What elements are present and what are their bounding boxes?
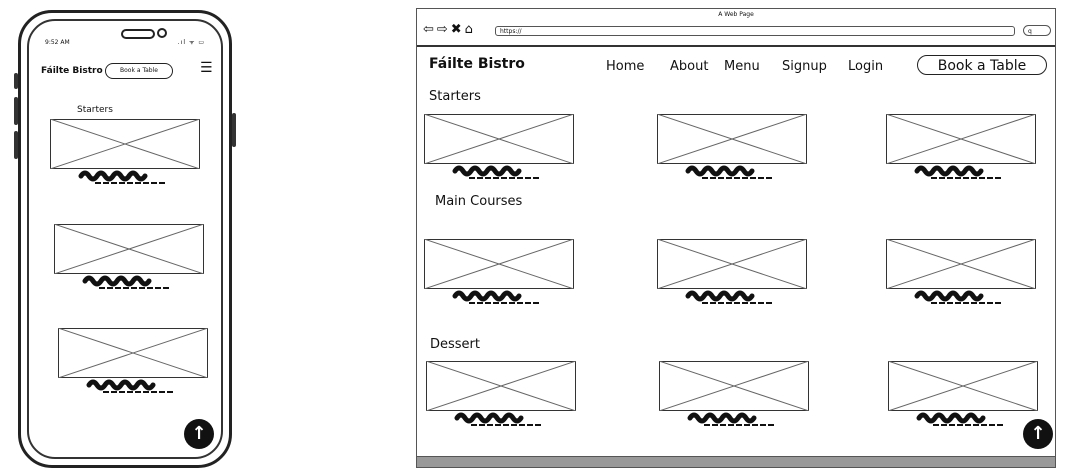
scribble-text bbox=[454, 412, 542, 426]
brand-logo[interactable]: Fáilte Bistro bbox=[429, 56, 525, 72]
nav-link-login[interactable]: Login bbox=[848, 59, 883, 74]
search-icon[interactable]: q bbox=[1023, 25, 1051, 36]
scribble-text bbox=[916, 412, 1004, 426]
menu-card[interactable] bbox=[659, 361, 809, 429]
scribble-text bbox=[78, 170, 166, 184]
phone-power-button bbox=[232, 113, 236, 147]
image-placeholder bbox=[886, 239, 1036, 289]
nav-link-signup[interactable]: Signup bbox=[782, 59, 827, 74]
toolbar-divider bbox=[417, 45, 1055, 47]
image-placeholder bbox=[888, 361, 1038, 411]
section-heading-starters: Starters bbox=[77, 105, 113, 115]
phone-mute bbox=[14, 131, 18, 159]
menu-card[interactable] bbox=[886, 114, 1036, 182]
menu-card[interactable] bbox=[54, 224, 204, 292]
nav-link-home[interactable]: Home bbox=[606, 59, 644, 74]
image-placeholder bbox=[659, 361, 809, 411]
brand-logo[interactable]: Fáilte Bistro bbox=[41, 66, 103, 76]
image-placeholder bbox=[424, 239, 574, 289]
scribble-text bbox=[86, 379, 174, 393]
hamburger-icon[interactable]: ☰ bbox=[200, 60, 213, 76]
image-placeholder bbox=[50, 119, 200, 169]
phone-screen: 9:52 AM .ıl ᯤ ▭ Fáilte Bistro Book a Tab… bbox=[27, 19, 223, 459]
scribble-text bbox=[685, 165, 773, 179]
menu-card[interactable] bbox=[426, 361, 576, 429]
section-heading-dessert: Dessert bbox=[430, 337, 480, 352]
image-placeholder bbox=[657, 114, 807, 164]
book-table-button[interactable]: Book a Table bbox=[105, 63, 173, 79]
scribble-text bbox=[914, 290, 1002, 304]
phone-volume-down bbox=[14, 97, 18, 125]
url-bar[interactable]: https:// bbox=[495, 26, 1015, 36]
status-icons: .ıl ᯤ ▭ bbox=[177, 39, 205, 46]
image-placeholder bbox=[54, 224, 204, 274]
menu-card[interactable] bbox=[50, 119, 200, 187]
image-placeholder bbox=[886, 114, 1036, 164]
image-placeholder bbox=[424, 114, 574, 164]
image-placeholder bbox=[657, 239, 807, 289]
menu-card[interactable] bbox=[424, 114, 574, 182]
phone-mockup: 9:52 AM .ıl ᯤ ▭ Fáilte Bistro Book a Tab… bbox=[14, 10, 236, 468]
scribble-text bbox=[82, 275, 170, 289]
scribble-text bbox=[685, 290, 773, 304]
menu-card[interactable] bbox=[657, 114, 807, 182]
arrow-up-icon[interactable]: ↑ bbox=[1023, 419, 1053, 449]
menu-card[interactable] bbox=[58, 328, 208, 396]
status-time: 9:52 AM bbox=[45, 39, 70, 46]
window-title: A Web Page bbox=[718, 11, 754, 18]
scribble-text bbox=[452, 165, 540, 179]
phone-volume-up bbox=[14, 73, 18, 89]
arrow-up-icon[interactable]: ↑ bbox=[184, 419, 214, 449]
browser-nav-icons[interactable]: ⇦⇨✖⌂ bbox=[423, 22, 476, 37]
phone-camera bbox=[157, 28, 167, 38]
menu-card[interactable] bbox=[657, 239, 807, 307]
browser-window: A Web Page ⇦⇨✖⌂ https:// q Fáilte Bistro… bbox=[416, 8, 1056, 468]
image-placeholder bbox=[426, 361, 576, 411]
menu-card[interactable] bbox=[888, 361, 1038, 429]
nav-link-menu[interactable]: Menu bbox=[724, 59, 760, 74]
menu-card[interactable] bbox=[886, 239, 1036, 307]
browser-status-bar bbox=[417, 456, 1055, 467]
menu-card[interactable] bbox=[424, 239, 574, 307]
image-placeholder bbox=[58, 328, 208, 378]
nav-link-about[interactable]: About bbox=[670, 59, 708, 74]
phone-speaker bbox=[121, 29, 155, 39]
scribble-text bbox=[687, 412, 775, 426]
scribble-text bbox=[452, 290, 540, 304]
scribble-text bbox=[914, 165, 1002, 179]
section-heading-starters: Starters bbox=[429, 89, 481, 104]
book-table-button[interactable]: Book a Table bbox=[917, 55, 1047, 75]
section-heading-main-courses: Main Courses bbox=[435, 194, 523, 209]
